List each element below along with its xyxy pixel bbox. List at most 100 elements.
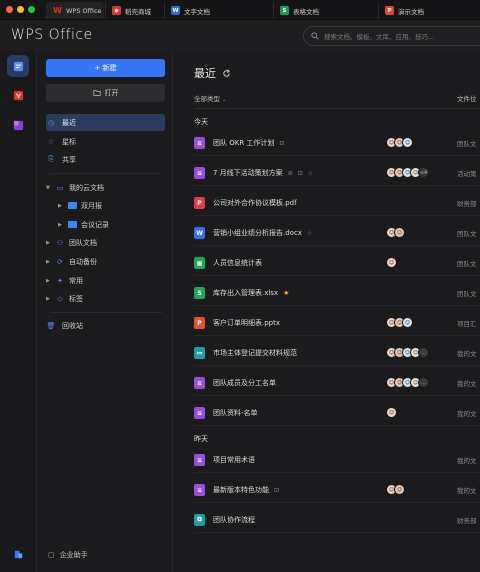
star-icon: ☆ (47, 137, 55, 146)
sidebar-item-auto-backup[interactable]: ▶ ⟳ 自动备份 (46, 253, 165, 270)
collaborator-avatars[interactable]: ☺ ☺ (386, 484, 405, 495)
file-row[interactable]: ≡ 团队成员及分工名单 ☺ ☺ ☺ ☺… 我的文 (194, 370, 480, 396)
type-filter-dropdown[interactable]: 全部类型 ⌄ (194, 95, 226, 103)
sidebar: + 新建 打开 ◷ 最近 ☆ 星标 ⎘ 共享 ▼ ▭ 我的云文档 ▶ 双月报 ▶… (38, 51, 173, 572)
sidebar-item-label: 常用 (69, 276, 83, 285)
folder-open-icon (92, 90, 101, 96)
group-label: 昨天 (194, 435, 208, 443)
file-row[interactable]: ≡ 7 月线下活动策划方案 ⊘ ⊡ ☆ ☺ ☺ ☺ ☺ +4 活动策 (194, 160, 480, 186)
app-header: WPS Office 搜索文档、模板、文库、应用、技巧... (0, 21, 480, 51)
star-icon[interactable]: ☆ (308, 170, 313, 177)
divider (50, 173, 162, 174)
file-row[interactable]: S 库存出入管理表.xlsx ★ 团队文 (194, 280, 480, 306)
file-name-cell: 团队资料-名单 (213, 408, 258, 418)
sidebar-item-meeting-notes[interactable]: ▶ 会议记录 (46, 216, 165, 233)
collaborator-avatars[interactable]: ☺ (386, 257, 397, 268)
rail-docer-button[interactable] (7, 84, 29, 106)
file-location: 项目汇 (457, 320, 477, 328)
sidebar-item-shared[interactable]: ⎘ 共享 (46, 151, 165, 168)
lock-icon: ⊡ (279, 139, 285, 147)
file-row[interactable]: ▦ 人员信息统计表 ☺ 团队文 (194, 250, 480, 276)
sidebar-item-bimonthly-report[interactable]: ▶ 双月报 (46, 197, 165, 214)
tab-wps-office[interactable]: W WPS Office (46, 2, 104, 19)
lock-icon: ⊡ (274, 486, 280, 494)
sidebar-item-frequent[interactable]: ▶ ✦ 常用 (46, 272, 165, 289)
caret-right-icon[interactable]: ▶ (46, 296, 52, 302)
caret-right-icon[interactable]: ▶ (58, 203, 64, 209)
sidebar-item-starred[interactable]: ☆ 星标 (46, 133, 165, 150)
tab-spreadsheet[interactable]: S 表格文档 (273, 2, 377, 19)
file-row[interactable]: ≡ 团队资料-名单 ☺ 我的文 (194, 400, 480, 426)
group-label: 今天 (194, 118, 208, 126)
file-name: 团队 OKR 工作计划 (213, 139, 275, 147)
star-icon[interactable]: ☆ (307, 230, 312, 237)
sidebar-item-tags[interactable]: ▶ ◇ 标签 (46, 290, 165, 307)
sidebar-item-label: 共享 (62, 155, 76, 164)
caret-right-icon[interactable]: ▶ (46, 259, 52, 265)
rail-enterprise-button[interactable] (7, 542, 29, 564)
rail-documents-button[interactable] (7, 55, 29, 77)
sidebar-item-team-docs[interactable]: ▶ ⚇ 团队文档 (46, 234, 165, 251)
star-filled-icon[interactable]: ★ (283, 289, 289, 297)
avatar: ☺ (386, 407, 397, 418)
file-location: 我的文 (457, 487, 477, 495)
close-window-button[interactable] (6, 6, 13, 13)
docer-store-icon: ◆ (112, 6, 121, 15)
open-button[interactable]: 打开 (46, 84, 165, 102)
tab-presentation[interactable]: P 演示文档 (378, 2, 480, 19)
file-location: 我的文 (457, 350, 477, 358)
doc-file-icon: ≡ (194, 484, 205, 496)
caret-right-icon[interactable]: ▶ (46, 278, 52, 284)
tab-docer-store[interactable]: ◆ 稻壳商城 (105, 2, 163, 19)
file-name-cell: 项目常用术语 (213, 455, 255, 465)
file-row[interactable]: ≡ 项目常用术语 我的文 (194, 447, 480, 473)
collaborator-avatars[interactable]: ☺ ☺ ☺ ☺… (386, 377, 429, 388)
rail-apps-button[interactable] (7, 114, 29, 136)
page-title: 最近 (194, 65, 231, 81)
collaborator-avatars[interactable]: ☺ ☺ ☺ (386, 137, 413, 148)
collaborator-avatars[interactable]: ☺ ☺ ☺ ☺ +4 (386, 167, 429, 178)
search-placeholder: 搜索文档、模板、文库、应用、技巧... (324, 33, 435, 41)
doc-file-icon: ≡ (194, 167, 205, 179)
caret-right-icon[interactable]: ▶ (46, 240, 52, 246)
collaborator-avatars[interactable]: ☺ ☺ ☺ (386, 317, 413, 328)
search-input[interactable]: 搜索文档、模板、文库、应用、技巧... (303, 26, 480, 46)
file-name-cell: 库存出入管理表.xlsx ★ (213, 288, 289, 298)
file-row[interactable]: P 公司对外合作协议模板.pdf 财务部 (194, 190, 480, 216)
caret-down-icon[interactable]: ▼ (46, 185, 52, 191)
caret-right-icon[interactable]: ▶ (58, 222, 64, 228)
sidebar-item-label: 标签 (69, 294, 83, 303)
file-row[interactable]: ≡ 团队 OKR 工作计划 ⊡ ☺ ☺ ☺ 团队文 (194, 130, 480, 156)
tab-word-document[interactable]: W 文字文档 (164, 2, 272, 19)
document-icon (13, 61, 23, 71)
refresh-icon[interactable] (222, 69, 231, 78)
file-name: 团队资料-名单 (213, 409, 258, 417)
file-row[interactable]: P 客户订单明细表.pptx ☺ ☺ ☺ 项目汇 (194, 310, 480, 336)
file-row[interactable]: ⧉ 团队协作流程 财务部 (194, 507, 480, 533)
apps-cube-icon (13, 120, 23, 130)
sidebar-item-label: 团队文档 (69, 238, 97, 247)
avatar: ☺ (394, 484, 405, 495)
enterprise-building-icon (14, 550, 22, 558)
file-name: 公司对外合作协议模板.pdf (213, 199, 297, 207)
sidebar-item-trash[interactable]: 🗑︎ 回收站 (46, 317, 165, 334)
file-row[interactable]: W 营销小组业绩分析报告.docx ☆ ☺ ☺ 团队文 (194, 220, 480, 246)
sidebar-item-recent[interactable]: ◷ 最近 (46, 114, 165, 131)
app-rail (0, 51, 37, 572)
new-button[interactable]: + 新建 (46, 59, 165, 77)
tab-label: 稻壳商城 (125, 7, 151, 16)
sidebar-item-label: 会议记录 (81, 220, 109, 229)
team-icon: ⚇ (56, 238, 64, 247)
avatar: ☺ (386, 257, 397, 268)
minimize-window-button[interactable] (17, 6, 24, 13)
file-row[interactable]: ≡ 最新版本特色功能 ⊡ ☺ ☺ 我的文 (194, 477, 480, 503)
docer-icon (13, 90, 23, 100)
enterprise-helper-link[interactable]: ▢ 企业助手 (48, 550, 88, 560)
zoom-window-button[interactable] (28, 6, 35, 13)
collaborator-avatars[interactable]: ☺ ☺ ☺ ☺… (386, 347, 429, 358)
collaborator-avatars[interactable]: ☺ ☺ (386, 227, 405, 238)
collaborator-avatars[interactable]: ☺ (386, 407, 397, 418)
file-row[interactable]: ≔ 市场主体登记提交材料规范 ☺ ☺ ☺ ☺… 我的文 (194, 340, 480, 366)
file-location: 我的文 (457, 457, 477, 465)
sidebar-item-my-cloud-docs[interactable]: ▼ ▭ 我的云文档 (46, 179, 165, 196)
